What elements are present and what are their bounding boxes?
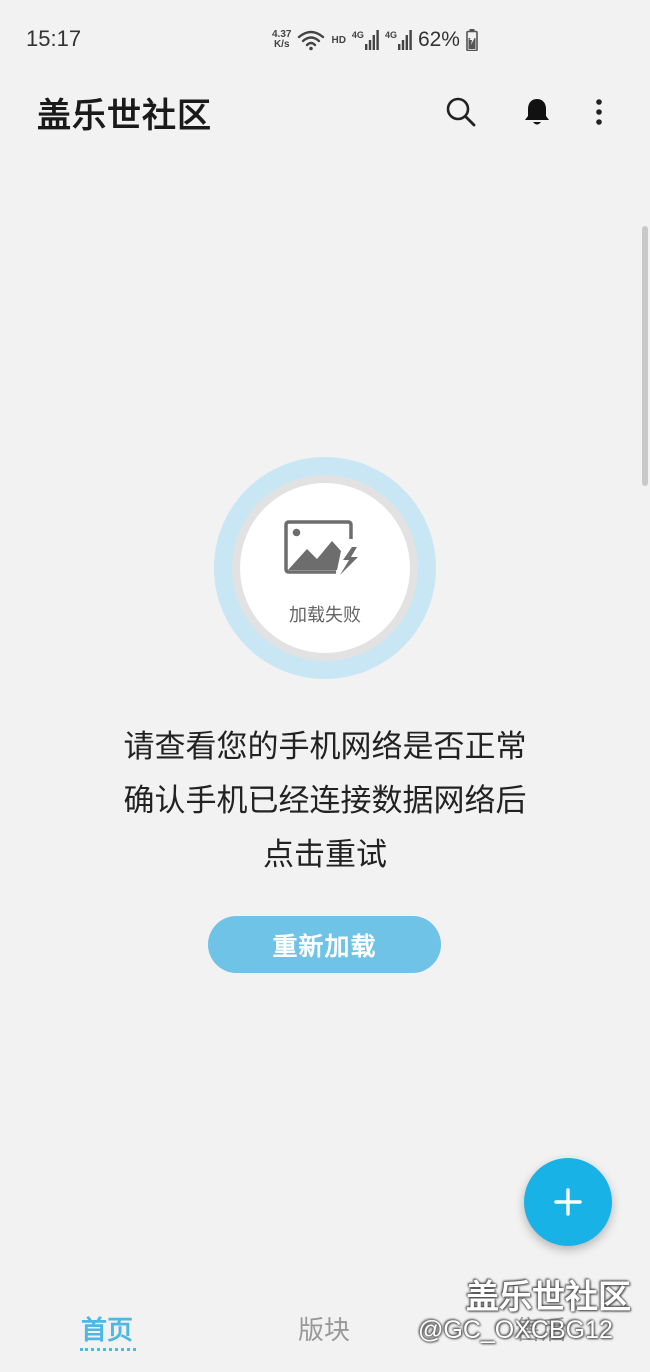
network-speed: 4.37 K/s xyxy=(272,30,291,50)
nav-item-sections[interactable]: 版块 xyxy=(298,1310,350,1347)
watermark-title: 盖乐世社区 xyxy=(466,1277,631,1316)
nav-active-indicator xyxy=(80,1348,136,1351)
search-button[interactable] xyxy=(437,88,485,136)
nav-item-home[interactable]: 首页 xyxy=(81,1310,133,1347)
message-line: 点击重试 xyxy=(263,837,387,873)
network-error-message: 请查看您的手机网络是否正常 确认手机已经连接数据网络后 点击重试 xyxy=(0,720,650,882)
bell-icon xyxy=(525,99,549,125)
wifi-icon xyxy=(298,30,325,51)
broken-image-icon xyxy=(284,520,358,575)
app-bar: 盖乐世社区 xyxy=(0,80,650,144)
scrollbar-thumb[interactable] xyxy=(642,226,648,486)
signal-icon xyxy=(364,30,379,50)
app-title: 盖乐世社区 xyxy=(37,96,212,136)
battery-charging-icon xyxy=(466,29,478,51)
status-indicators: 4.37 K/s HD 4G 4G 62% xyxy=(272,26,478,54)
load-failed-label: 加载失败 xyxy=(289,605,361,626)
status-time: 15:17 xyxy=(26,26,82,51)
create-post-button[interactable] xyxy=(524,1158,612,1246)
status-bar: 15:17 4.37 K/s HD 4G 4G 62% xyxy=(0,0,650,80)
more-vertical-icon xyxy=(596,99,602,125)
network-type-label: 4G xyxy=(351,30,364,40)
battery-percent: 62% xyxy=(417,28,460,51)
message-line: 确认手机已经连接数据网络后 xyxy=(123,783,527,819)
error-illustration-inner: 加载失败 xyxy=(232,475,418,661)
hd-label: HD xyxy=(331,34,346,46)
reload-button[interactable]: 重新加载 xyxy=(208,916,441,973)
network-speed-unit: K/s xyxy=(273,39,290,50)
search-icon xyxy=(446,97,476,127)
more-options-button[interactable] xyxy=(575,88,623,136)
message-line: 请查看您的手机网络是否正常 xyxy=(123,729,527,765)
network-type-label: 4G xyxy=(384,30,397,40)
error-illustration: 加载失败 xyxy=(214,457,436,679)
signal-icon xyxy=(397,30,412,50)
notifications-button[interactable] xyxy=(513,88,561,136)
watermark-user: @GC_OXCBG12 xyxy=(418,1316,613,1344)
plus-icon xyxy=(554,1188,582,1216)
